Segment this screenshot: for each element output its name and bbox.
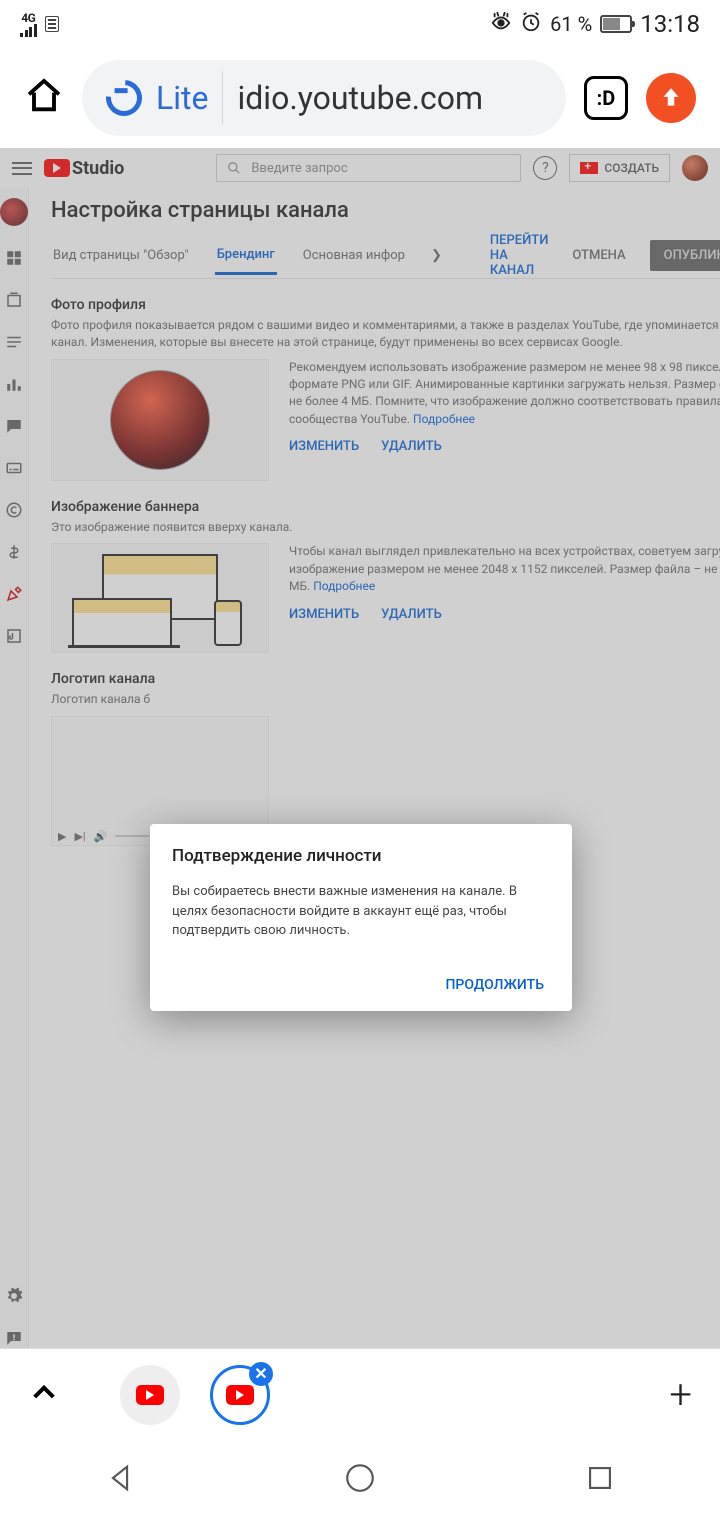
new-tab-button[interactable]: + — [669, 1371, 692, 1418]
menu-button[interactable] — [12, 162, 32, 175]
back-button[interactable] — [103, 1461, 137, 1499]
sidebar-customization-icon[interactable] — [4, 584, 24, 604]
banner-change-button[interactable]: ИЗМЕНИТЬ — [289, 606, 359, 625]
profile-delete-button[interactable]: УДАЛИТЬ — [381, 438, 442, 457]
download-manager-button[interactable] — [646, 73, 696, 123]
publish-button[interactable]: ОПУБЛИКОВАТЬ — [650, 240, 720, 271]
sidebar-audio-icon[interactable] — [4, 626, 24, 646]
sidebar-playlists-icon[interactable] — [4, 332, 24, 352]
battery-icon — [600, 15, 632, 33]
camera-icon — [580, 162, 598, 174]
logo-desc: Логотип канала б — [51, 691, 720, 708]
laptop-device-icon — [72, 598, 172, 648]
banner-title: Изображение баннера — [51, 499, 720, 515]
account-avatar[interactable] — [682, 155, 708, 181]
lite-mode-icon — [99, 73, 150, 124]
banner-delete-button[interactable]: УДАЛИТЬ — [381, 606, 442, 625]
android-status-bar: 4G 61 % 13:18 — [0, 0, 720, 48]
logo-section: Логотип канала Логотип канала б ▶ ▶| 🔊 ⚙ — [51, 671, 720, 846]
clock: 13:18 — [640, 10, 700, 38]
profile-guide: Рекомендуем использовать изображение раз… — [289, 360, 720, 426]
home-button[interactable] — [343, 1461, 377, 1499]
profile-more-link[interactable]: Подробнее — [413, 412, 475, 426]
sidebar-comments-icon[interactable] — [4, 416, 24, 436]
url-text: idio.youtube.com — [237, 79, 483, 117]
search-icon — [227, 161, 241, 175]
banner-desc: Это изображение появится вверху канала. — [51, 519, 720, 536]
profile-photo-section: Фото профиля Фото профиля показывается р… — [51, 297, 720, 481]
battery-percent: 61 % — [550, 12, 592, 36]
sidebar-analytics-icon[interactable] — [4, 374, 24, 394]
eye-icon — [490, 11, 512, 38]
youtube-icon — [226, 1385, 254, 1405]
sim-icon — [45, 16, 59, 32]
phone-device-icon — [214, 600, 242, 646]
identity-confirmation-modal: Подтверждение личности Вы собираетесь вн… — [150, 824, 572, 1011]
webpage-viewport: Studio Введите запрос ? СОЗДАТЬ — [0, 148, 720, 1348]
address-bar[interactable]: Lite idio.youtube.com — [82, 60, 566, 136]
main-content: Настройка страницы канала Вид страницы "… — [29, 188, 720, 1348]
sidebar-subtitles-icon[interactable] — [4, 458, 24, 478]
browser-tab-youtube-2-active[interactable]: ✕ — [210, 1365, 270, 1425]
sidebar-copyright-icon[interactable] — [4, 500, 24, 520]
help-button[interactable]: ? — [533, 156, 557, 180]
banner-more-link[interactable]: Подробнее — [313, 579, 375, 593]
sidebar-channel-avatar[interactable] — [0, 198, 28, 226]
search-placeholder: Введите запрос — [251, 161, 347, 176]
browser-bar: Lite idio.youtube.com :D — [0, 48, 720, 148]
play-icon: ▶ — [58, 830, 66, 843]
tab-layout[interactable]: Вид страницы "Обзор" — [51, 238, 191, 273]
sidebar — [0, 188, 29, 1348]
cancel-button[interactable]: ОТМЕНА — [572, 248, 625, 263]
chevron-right-icon[interactable]: ❯ — [431, 248, 442, 263]
android-nav-bar — [0, 1440, 720, 1520]
tabs-row: Вид страницы "Обзор" Брендинг Основная и… — [51, 233, 720, 279]
create-button[interactable]: СОЗДАТЬ — [569, 154, 670, 182]
sidebar-content-icon[interactable] — [4, 290, 24, 310]
tab-branding[interactable]: Брендинг — [215, 237, 277, 275]
browser-home-button[interactable] — [24, 76, 64, 120]
sidebar-monetization-icon[interactable] — [4, 542, 24, 562]
profile-picture — [110, 370, 210, 470]
logo-title: Логотип канала — [51, 671, 720, 687]
sidebar-dashboard-icon[interactable] — [4, 248, 24, 268]
profile-preview — [51, 359, 269, 481]
browser-tab-youtube-1[interactable] — [120, 1365, 180, 1425]
page-title: Настройка страницы канала — [51, 198, 349, 223]
youtube-icon — [136, 1385, 164, 1405]
next-icon: ▶| — [74, 830, 85, 843]
recents-button[interactable] — [583, 1461, 617, 1499]
browser-tabs-strip: ✕ + — [0, 1348, 720, 1440]
network-type: 4G — [21, 12, 35, 24]
tabs-button[interactable]: :D — [584, 76, 628, 120]
modal-title: Подтверждение личности — [172, 846, 550, 866]
profile-title: Фото профиля — [51, 297, 720, 313]
tab-info[interactable]: Основная инфор — [301, 238, 407, 273]
sidebar-settings-icon[interactable] — [4, 1286, 24, 1306]
sidebar-feedback-icon[interactable] — [4, 1328, 24, 1348]
close-tab-button[interactable]: ✕ — [249, 1362, 273, 1386]
continue-button[interactable]: ПРОДОЛЖИТЬ — [439, 969, 550, 1001]
youtube-header: Studio Введите запрос ? СОЗДАТЬ — [0, 148, 720, 188]
signal-icon — [20, 24, 37, 37]
alarm-icon — [520, 11, 542, 38]
modal-body: Вы собираетесь внести важные изменения н… — [172, 882, 550, 941]
search-input[interactable]: Введите запрос — [216, 154, 521, 182]
volume-icon: 🔊 — [94, 830, 108, 843]
banner-section: Изображение баннера Это изображение появ… — [51, 499, 720, 654]
lite-mode-label: Lite — [156, 79, 208, 117]
youtube-studio-logo[interactable]: Studio — [44, 158, 124, 179]
expand-tabs-button[interactable] — [28, 1377, 60, 1413]
play-icon — [44, 159, 70, 177]
profile-change-button[interactable]: ИЗМЕНИТЬ — [289, 438, 359, 457]
banner-preview — [51, 543, 269, 653]
go-to-channel-button[interactable]: ПЕРЕЙТИ НА КАНАЛ — [490, 233, 549, 278]
profile-desc: Фото профиля показывается рядом с вашими… — [51, 317, 720, 351]
